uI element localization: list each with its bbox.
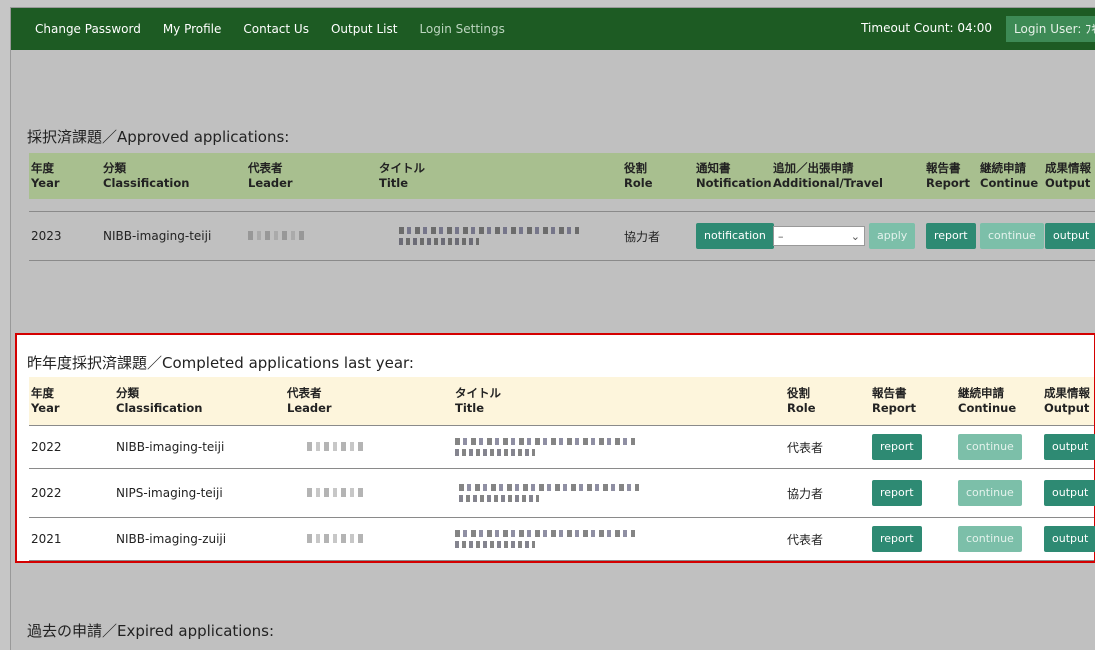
col-output: 成果情報 Output [1044, 386, 1090, 415]
year-cell: 2021 [31, 532, 62, 546]
approved-table: 年度 Year 分類 Classification 代表者 Leader タイトル Ti… [29, 153, 1095, 261]
expired-section-title: 過去の申請／Expired applications: [27, 622, 275, 640]
role-cell: 代表者 [787, 532, 824, 547]
additional-travel-select[interactable]: – ⌄ [773, 226, 865, 246]
page-frame: Change Password My Profile Contact Us Ou… [10, 7, 1095, 650]
leader-cell [287, 532, 455, 546]
redacted-leader [307, 442, 365, 451]
continue-button[interactable]: continue [958, 480, 1022, 506]
output-cell: output [1044, 526, 1095, 552]
role-cell: 代表者 [787, 440, 824, 455]
leader-cell [287, 440, 455, 454]
col-classification: 分類 Classification [116, 386, 203, 415]
table-row: 2023 NIBB-imaging-teiji 協力者 notification… [29, 211, 1095, 261]
classification-cell: NIPS-imaging-teiji [116, 486, 223, 500]
col-continue: 継続申請 Continue [958, 386, 1017, 415]
output-button[interactable]: output [1044, 526, 1095, 552]
notification-cell: notification [696, 223, 774, 249]
redacted-title [455, 530, 787, 548]
title-cell [455, 438, 787, 456]
redacted-leader [248, 231, 306, 240]
redacted-title [455, 438, 787, 456]
col-year: 年度 Year [31, 386, 60, 415]
table-row: 2021 NIBB-imaging-zuiji 代表者 report conti… [29, 517, 1095, 561]
nav-my-profile[interactable]: My Profile [163, 22, 222, 36]
redacted-title [379, 227, 624, 245]
continue-cell: continue [958, 526, 1044, 552]
redacted-title [455, 484, 787, 502]
col-title: タイトル Title [455, 386, 501, 415]
completed-applications-panel: 昨年度採択済課題／Completed applications last yea… [15, 333, 1095, 563]
approved-section-title: 採択済課題／Approved applications: [27, 128, 290, 146]
completed-table: 年度 Year 分類 Classification 代表者 Leader タイトル Ti… [29, 377, 1095, 561]
col-additional-travel: 追加／出張申請 Additional/Travel [773, 161, 883, 190]
leader-cell [287, 486, 455, 500]
year-cell: 2022 [31, 440, 62, 454]
top-nav-bar: Change Password My Profile Contact Us Ou… [11, 8, 1095, 50]
report-cell: report [872, 434, 958, 460]
timeout-counter: Timeout Count: 04:00 [861, 21, 992, 35]
continue-cell: continue [958, 434, 1044, 460]
role-cell: 協力者 [624, 229, 661, 244]
title-cell [455, 530, 787, 548]
col-role: 役割 Role [787, 386, 816, 415]
output-button[interactable]: output [1045, 223, 1095, 249]
col-report: 報告書 Report [872, 386, 916, 415]
completed-section-title: 昨年度採択済課題／Completed applications last yea… [27, 354, 414, 372]
report-button[interactable]: report [872, 434, 922, 460]
report-button[interactable]: report [926, 223, 976, 249]
leader-cell [248, 229, 379, 243]
col-notification: 通知書 Notification [696, 161, 772, 190]
nav-login-settings[interactable]: Login Settings [419, 22, 504, 36]
continue-cell: continue [980, 223, 1045, 249]
year-cell: 2023 [31, 229, 62, 243]
classification-cell: NIBB-imaging-zuiji [116, 532, 227, 546]
report-button[interactable]: report [872, 480, 922, 506]
table-row: 2022 NIPS-imaging-teiji 協力者 report conti… [29, 468, 1095, 517]
completed-table-header: 年度 Year 分類 Classification 代表者 Leader タイトル Ti… [29, 377, 1094, 425]
table-row: 2022 NIBB-imaging-teiji 代表者 report conti… [29, 425, 1095, 468]
redacted-leader [307, 488, 365, 497]
col-classification: 分類 Classification [103, 161, 190, 190]
output-cell: output [1044, 480, 1095, 506]
title-cell [379, 227, 624, 245]
col-role: 役割 Role [624, 161, 653, 190]
redacted-leader [307, 534, 365, 543]
approved-table-header: 年度 Year 分類 Classification 代表者 Leader タイトル Ti… [29, 153, 1095, 199]
col-continue: 継続申請 Continue [980, 161, 1039, 190]
continue-button[interactable]: continue [958, 526, 1022, 552]
apply-button[interactable]: apply [869, 223, 916, 249]
role-cell: 協力者 [787, 486, 824, 501]
additional-cell: – ⌄ apply [773, 223, 926, 249]
output-cell: output [1044, 434, 1095, 460]
login-user-button[interactable]: Login User: ﾌｷ [1006, 16, 1095, 42]
continue-button[interactable]: continue [980, 223, 1044, 249]
report-cell: report [872, 480, 958, 506]
output-button[interactable]: output [1044, 480, 1095, 506]
title-cell [455, 484, 787, 502]
report-cell: report [926, 223, 980, 249]
classification-cell: NIBB-imaging-teiji [116, 440, 225, 454]
nav-change-password[interactable]: Change Password [35, 22, 141, 36]
continue-cell: continue [958, 480, 1044, 506]
output-cell: output [1045, 223, 1095, 249]
report-button[interactable]: report [872, 526, 922, 552]
nav-contact-us[interactable]: Contact Us [243, 22, 309, 36]
col-output: 成果情報 Output [1045, 161, 1091, 190]
col-year: 年度 Year [31, 161, 60, 190]
col-report: 報告書 Report [926, 161, 970, 190]
output-button[interactable]: output [1044, 434, 1095, 460]
notification-button[interactable]: notification [696, 223, 774, 249]
col-leader: 代表者 Leader [287, 386, 332, 415]
report-cell: report [872, 526, 958, 552]
year-cell: 2022 [31, 486, 62, 500]
col-leader: 代表者 Leader [248, 161, 293, 190]
nav-output-list[interactable]: Output List [331, 22, 397, 36]
chevron-down-icon: ⌄ [850, 229, 860, 243]
continue-button[interactable]: continue [958, 434, 1022, 460]
classification-cell: NIBB-imaging-teiji [103, 229, 212, 243]
col-title: タイトル Title [379, 161, 425, 190]
